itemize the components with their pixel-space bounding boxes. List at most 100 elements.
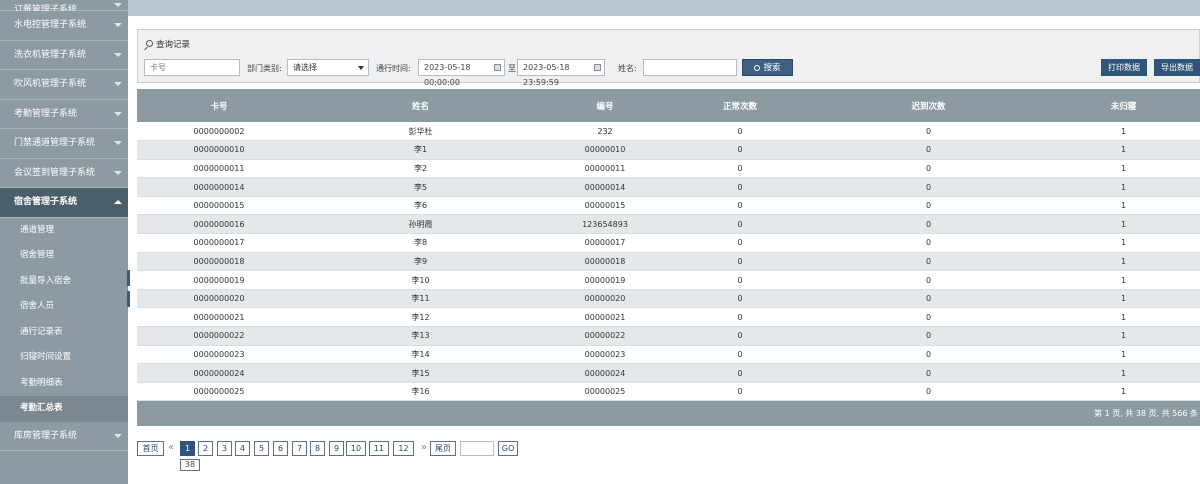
print-data-button[interactable]: 打印数据 xyxy=(1101,59,1147,76)
table-cell: 李5 xyxy=(301,177,540,197)
page-number-button[interactable]: 10 xyxy=(346,441,366,456)
to-label: 至 xyxy=(508,64,516,73)
page-number-button[interactable]: 4 xyxy=(235,441,250,456)
go-button[interactable]: GO xyxy=(498,441,518,456)
sidebar-sub-label: 宿舍管理 xyxy=(20,250,55,260)
page-number-button[interactable]: 9 xyxy=(329,441,344,456)
sidebar-menu-label: 吹风机管理子系统 xyxy=(14,79,87,89)
table-row: 0000000017 李8 00000017 0 0 1 xyxy=(137,233,1200,253)
column-header[interactable]: 姓名 xyxy=(301,89,540,122)
sidebar-menu-item[interactable]: 洗衣机管理子系统 xyxy=(0,40,128,70)
table-row: 0000000018 李9 00000018 0 0 1 xyxy=(137,252,1200,272)
end-time-value: 2023-05-18 23:59:59 xyxy=(523,63,570,87)
sidebar-menu-item[interactable]: 会议签到管理子系统 xyxy=(0,158,128,188)
sidebar-sub-item[interactable]: 考勤汇总表 xyxy=(0,396,128,422)
table-cell: 1 xyxy=(1047,326,1200,346)
sidebar-menu-item-active[interactable]: 宿舍管理子系统 xyxy=(0,188,128,218)
table-cell: 0 xyxy=(670,177,810,197)
page-number-button[interactable]: 8 xyxy=(310,441,325,456)
table-cell: 孙明霞 xyxy=(301,214,540,235)
goto-page-input[interactable] xyxy=(460,441,494,456)
column-header[interactable]: 未归寝 xyxy=(1047,89,1200,122)
table-cell: 0000000020 xyxy=(137,289,301,309)
table-row: 0000000016 孙明霞 123654893 0 0 1 xyxy=(137,214,1200,235)
table-cell: 1 xyxy=(1047,140,1200,160)
sidebar-sub-item[interactable]: 考勤明细表 xyxy=(0,370,128,396)
table-row: 0000000023 李14 00000023 0 0 1 xyxy=(137,345,1200,365)
sidebar-sub-label: 通行记录表 xyxy=(20,326,63,337)
sidebar-sub-item[interactable]: 宿舍人员 xyxy=(0,294,128,320)
first-page-button[interactable]: 首页 xyxy=(137,441,164,456)
page-number-button[interactable]: 7 xyxy=(292,441,307,456)
column-header[interactable]: 卡号 xyxy=(137,89,301,122)
top-bar xyxy=(128,0,1200,16)
sidebar-sub-item[interactable]: 批量导入宿舍 xyxy=(0,268,128,294)
query-title-text: 查询记录 xyxy=(156,40,191,50)
table-cell: 0000000014 xyxy=(137,177,301,197)
table-row: 0000000020 李11 00000020 0 0 1 xyxy=(137,289,1200,309)
table-cell: 李13 xyxy=(301,326,540,346)
sidebar-sub-item[interactable]: 通道管理 xyxy=(0,217,128,243)
table-header-row: 卡号 姓名 编号 正常次数 迟到次数 未归寝 xyxy=(137,89,1200,122)
column-header[interactable]: 编号 xyxy=(540,89,670,122)
start-time-input[interactable]: 2023-05-18 00:00:00 xyxy=(418,59,505,87)
chevron-down-icon xyxy=(358,66,364,70)
calendar-icon[interactable] xyxy=(594,64,601,71)
table-cell: 00000015 xyxy=(540,196,670,216)
table-cell: 1 xyxy=(1047,252,1200,272)
table-cell: 0000000002 xyxy=(137,122,301,142)
column-header[interactable]: 迟到次数 xyxy=(810,89,1047,122)
table-cell: 0 xyxy=(670,307,810,328)
page-number-button[interactable]: 6 xyxy=(273,441,288,456)
table-cell: 0000000018 xyxy=(137,252,301,272)
table-cell: 0000000021 xyxy=(137,307,301,328)
table-cell: 0 xyxy=(670,252,810,272)
prev-page-icon[interactable]: « xyxy=(168,441,174,454)
table-cell: 李11 xyxy=(301,289,540,309)
sidebar-menu-item[interactable]: 吹风机管理子系统 xyxy=(0,70,128,100)
calendar-icon[interactable] xyxy=(494,64,501,71)
table-cell: 李1 xyxy=(301,140,540,160)
sidebar-menu-item[interactable]: 考勤管理子系统 xyxy=(0,99,128,129)
sidebar-sub-item[interactable]: 通行记录表 xyxy=(0,319,128,345)
sidebar-sub-item[interactable]: 宿舍管理 xyxy=(0,243,128,269)
table-cell: 0 xyxy=(810,214,1047,235)
last-page-button[interactable]: 尾页 xyxy=(430,441,456,456)
page-number-button[interactable]: 11 xyxy=(369,441,389,456)
page-number-button[interactable]: 3 xyxy=(217,441,232,456)
search-icon xyxy=(146,40,153,47)
table-cell: 0 xyxy=(670,289,810,309)
table-cell: 0 xyxy=(810,196,1047,216)
sidebar-menu-item[interactable]: 水电控管理子系统 xyxy=(0,11,128,41)
sidebar-menu-item[interactable]: 门禁通道管理子系统 xyxy=(0,129,128,159)
page-number-button[interactable]: 2 xyxy=(198,441,213,456)
page-number-button[interactable]: 1 xyxy=(180,441,195,456)
page-number-button[interactable]: 38 xyxy=(180,459,200,471)
next-page-icon[interactable]: » xyxy=(421,441,427,454)
card-number-input[interactable]: 卡号 xyxy=(144,59,240,76)
table-cell: 0000000011 xyxy=(137,159,301,179)
column-header[interactable]: 正常次数 xyxy=(670,89,810,122)
table-cell: 0 xyxy=(670,382,810,402)
sidebar-menu-item[interactable]: 库房管理子系统 xyxy=(0,421,128,451)
sidebar-menu-label: 洗衣机管理子系统 xyxy=(14,49,87,60)
sidebar-menu-item[interactable]: 订餐管理子系统 xyxy=(0,0,128,15)
table-cell: 0 xyxy=(810,177,1047,197)
table-cell: 00000014 xyxy=(540,177,670,197)
dept-select[interactable]: 请选择 xyxy=(287,59,369,76)
table-cell: 李2 xyxy=(301,159,540,179)
table-cell: 0 xyxy=(670,196,810,216)
chevron-down-icon xyxy=(114,170,122,175)
end-time-input[interactable]: 2023-05-18 23:59:59 xyxy=(517,59,605,87)
search-button[interactable]: 搜索 xyxy=(742,59,793,76)
export-data-button[interactable]: 导出数据 xyxy=(1154,59,1200,76)
table-row: 0000000014 李5 00000014 0 0 1 xyxy=(137,177,1200,197)
page-number-button[interactable]: 12 xyxy=(393,441,414,456)
table-row: 0000000002 彭华杜 232 0 0 1 xyxy=(137,122,1200,142)
table-row: 0000000011 李2 00000011 0 0 1 xyxy=(137,159,1200,179)
name-input[interactable] xyxy=(643,59,737,76)
sidebar-scroll-marker xyxy=(127,291,130,307)
table-cell: 1 xyxy=(1047,307,1200,328)
sidebar-sub-item[interactable]: 归寝时间设置 xyxy=(0,345,128,371)
page-number-button[interactable]: 5 xyxy=(254,441,269,456)
